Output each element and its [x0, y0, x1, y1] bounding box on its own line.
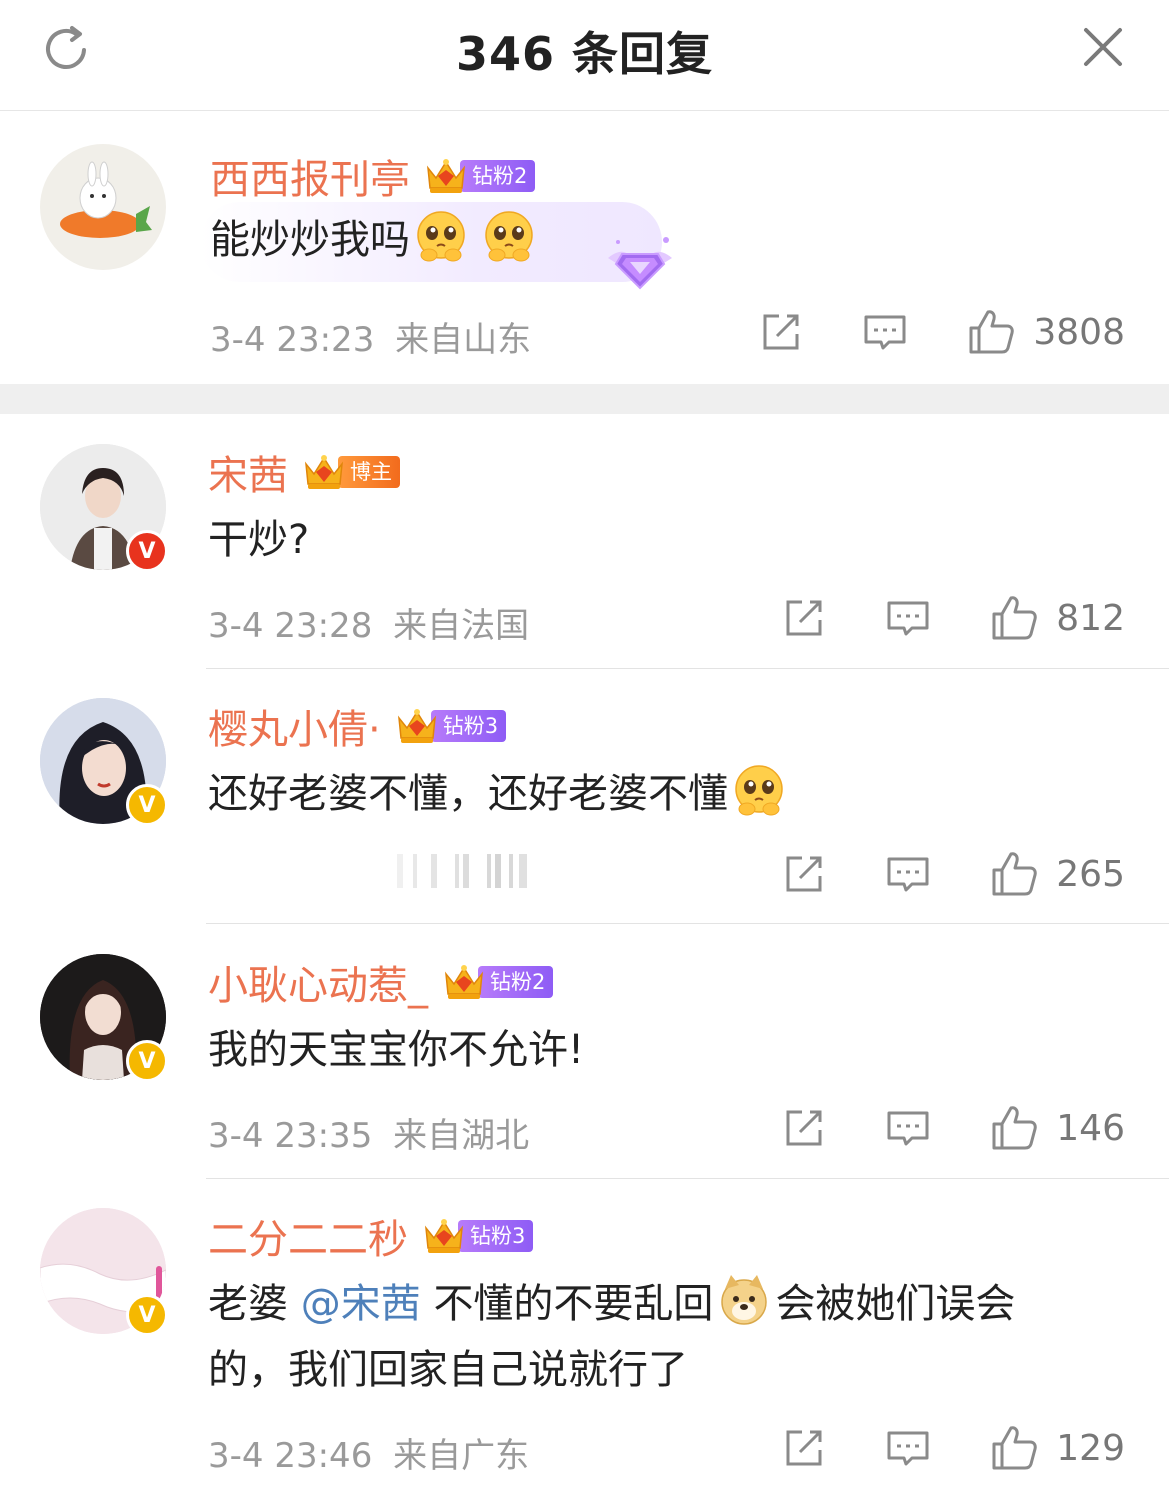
action-bar: 146	[780, 1104, 1125, 1152]
comment-icon[interactable]	[884, 1104, 932, 1152]
username[interactable]: 小耿心动惹_	[208, 953, 428, 1011]
action-bar: 812	[780, 594, 1125, 642]
username[interactable]: 樱丸小倩·	[208, 697, 381, 755]
thumbs-up-icon[interactable]	[990, 850, 1038, 898]
location: 来自法国	[393, 606, 530, 646]
repost-icon[interactable]	[780, 1104, 828, 1152]
like-count: 265	[1056, 853, 1125, 895]
comment-text-suffix: 会被她们误会	[775, 1281, 1016, 1327]
fan-badge: 钻粉3	[422, 1216, 534, 1256]
comment-icon[interactable]	[884, 850, 932, 898]
fan-badge: 钻粉2	[424, 156, 536, 196]
action-bar: 265	[780, 850, 1125, 898]
reply-count-title: 346 条回复	[455, 27, 714, 81]
timestamp: 3-4 23:23	[210, 320, 375, 360]
comment-text: 还好老婆不懂，还好老婆不懂	[208, 762, 790, 826]
avatar[interactable]	[40, 144, 166, 270]
comment-meta: 3-4 23:23 来自山东	[210, 312, 531, 361]
fan-badge-label: 钻粉3	[458, 1220, 534, 1252]
comment-text-mid: 不懂的不要乱回	[433, 1281, 714, 1327]
repost-icon[interactable]	[780, 850, 828, 898]
crown-icon	[424, 156, 468, 196]
timestamp: 3-4 23:35	[208, 1116, 373, 1156]
decorative-bars	[397, 854, 527, 888]
divider	[206, 923, 1169, 924]
comment-text-line2: 的，我们回家自己说就行了	[208, 1347, 688, 1393]
timestamp: 3-4 23:46	[208, 1436, 373, 1476]
like-count: 3808	[1033, 311, 1125, 353]
pleading-face-emoji	[414, 209, 468, 263]
action-bar: 3808	[757, 308, 1125, 356]
thumbs-up-icon[interactable]	[967, 308, 1015, 356]
repost-icon[interactable]	[780, 1424, 828, 1472]
comment-text: 我的天宝宝你不允许!	[208, 1027, 585, 1073]
avatar[interactable]: V	[40, 1208, 168, 1336]
divider	[206, 668, 1169, 669]
avatar[interactable]: V	[40, 698, 168, 826]
timestamp: 3-4 23:28	[208, 606, 373, 646]
comment-icon[interactable]	[884, 594, 932, 642]
diamond-decoration-icon	[608, 237, 672, 290]
reply-header: 346 条回复	[0, 0, 1169, 111]
doge-emoji	[717, 1273, 771, 1327]
comment-meta: 3-4 23:46 来自广东	[208, 1428, 529, 1477]
host-badge-label: 博主	[338, 456, 400, 488]
fan-badge-label: 钻粉2	[478, 966, 554, 998]
crown-icon	[442, 962, 486, 1002]
location: 来自山东	[395, 320, 532, 360]
action-bar: 129	[780, 1424, 1125, 1472]
repost-icon[interactable]	[780, 594, 828, 642]
verified-v-icon: V	[126, 1294, 168, 1336]
pleading-face-emoji	[482, 209, 536, 263]
username[interactable]: 西西报刊亭	[210, 147, 410, 205]
like-count: 129	[1056, 1427, 1125, 1469]
comment-text: 老婆 @宋茜 不懂的不要乱回 会被她们误会	[208, 1272, 1015, 1336]
section-separator	[0, 384, 1169, 414]
username[interactable]: 宋茜	[208, 443, 288, 501]
verified-v-icon: V	[126, 784, 168, 826]
like-count: 812	[1056, 597, 1125, 639]
comment-text-content: 还好老婆不懂，还好老婆不懂	[208, 771, 728, 817]
like-count: 146	[1056, 1107, 1125, 1149]
divider	[206, 1178, 1169, 1179]
location: 来自湖北	[393, 1116, 530, 1156]
comment-icon[interactable]	[884, 1424, 932, 1472]
fan-badge-label: 钻粉3	[430, 710, 507, 742]
comment-meta: 3-4 23:35 来自湖北	[208, 1108, 529, 1157]
verified-v-icon: V	[126, 1040, 168, 1082]
mention-link[interactable]: @宋茜	[301, 1281, 421, 1327]
fan-badge-label: 钻粉2	[460, 160, 536, 192]
host-badge: 博主	[302, 454, 400, 490]
thumbs-up-icon[interactable]	[990, 1104, 1038, 1152]
comment-icon[interactable]	[861, 308, 909, 356]
verified-v-icon: V	[126, 530, 168, 572]
avatar[interactable]: V	[40, 954, 168, 1082]
repost-icon[interactable]	[757, 308, 805, 356]
crown-icon	[395, 706, 439, 746]
pleading-face-emoji	[732, 763, 786, 817]
fan-badge: 钻粉2	[442, 962, 554, 1002]
avatar[interactable]: V	[40, 444, 168, 572]
thumbs-up-icon[interactable]	[990, 594, 1038, 642]
username[interactable]: 二分二二秒	[208, 1207, 408, 1265]
close-icon[interactable]	[1078, 22, 1128, 72]
comment-text: 干炒?	[208, 517, 310, 563]
thumbs-up-icon[interactable]	[990, 1424, 1038, 1472]
location: 来自广东	[393, 1436, 530, 1476]
fan-badge: 钻粉3	[395, 706, 507, 746]
comment-meta: 3-4 23:28 来自法国	[208, 598, 529, 647]
crown-icon	[302, 452, 346, 492]
comment-text: 能炒炒我吗	[210, 208, 540, 272]
crown-icon	[422, 1216, 466, 1256]
comment-text-content: 能炒炒我吗	[210, 217, 410, 263]
comment-text-prefix: 老婆	[208, 1281, 288, 1327]
